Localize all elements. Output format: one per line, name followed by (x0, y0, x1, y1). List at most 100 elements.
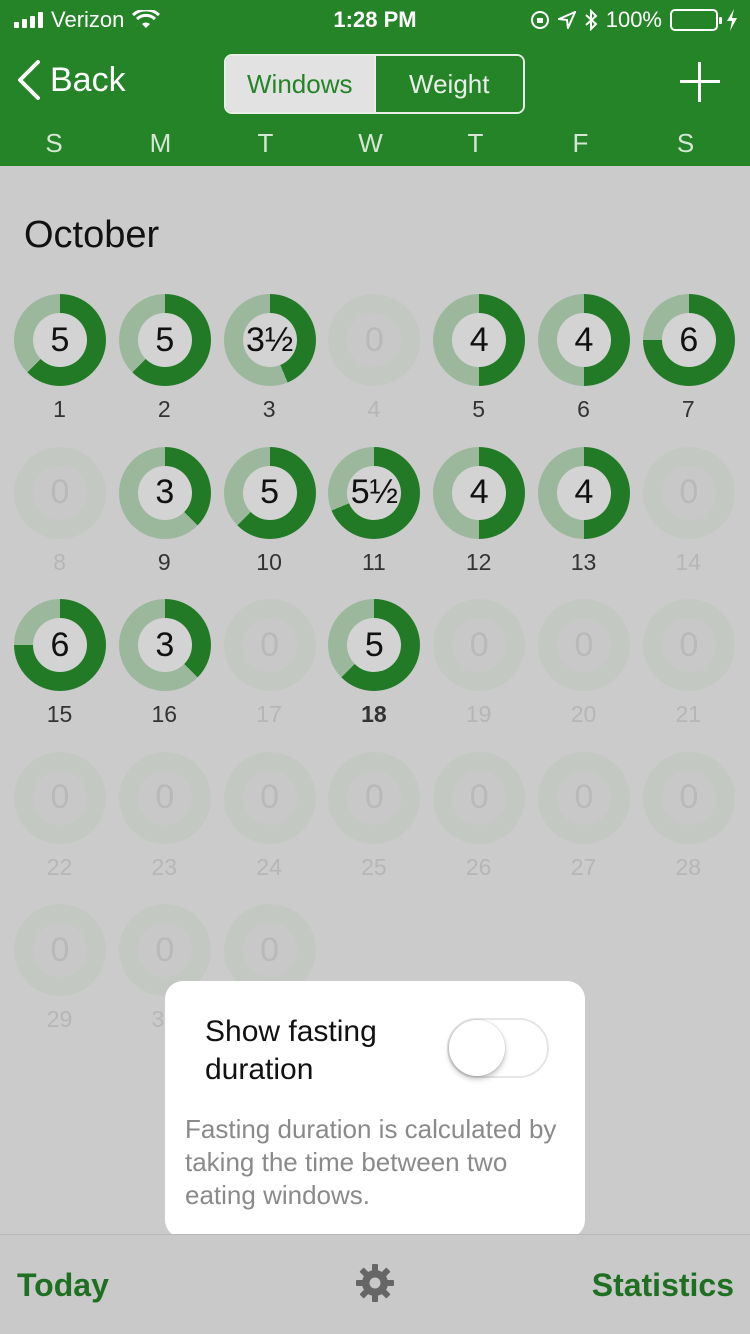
weekday-header: S M T W T F S (0, 128, 750, 159)
fasting-progress-ring: 0 (14, 751, 106, 844)
fasting-progress-ring: 0 (642, 446, 735, 539)
fasting-progress-ring: 0 (223, 751, 316, 844)
calendar-day[interactable]: 0 26 (426, 748, 531, 888)
day-hours-value: 4 (557, 465, 611, 520)
calendar-day[interactable]: 5 18 (321, 595, 426, 735)
day-hours-value: 0 (661, 618, 716, 672)
day-number: 5 (472, 396, 486, 422)
today-button[interactable]: Today (17, 1267, 109, 1304)
calendar-day[interactable]: 0 23 (112, 748, 217, 888)
day-hours-value: 5 (33, 313, 87, 367)
calendar-day[interactable]: 0 25 (321, 748, 426, 888)
day-number: 18 (361, 701, 387, 727)
calendar-day[interactable]: 46 (531, 290, 636, 430)
day-number: 24 (256, 853, 282, 880)
fasting-progress-ring: 4 (538, 294, 630, 386)
calendar-day[interactable]: 39 (112, 443, 217, 583)
weekday-label: S (676, 128, 695, 158)
day-hours-value: 6 (661, 313, 716, 367)
day-number: 3 (262, 396, 276, 422)
calendar-day[interactable]: 0 22 (7, 748, 112, 888)
calendar-day[interactable]: 52 (112, 290, 217, 430)
day-hours-value: 0 (557, 770, 611, 825)
calendar-day[interactable]: 3 16 (112, 595, 217, 735)
fasting-progress-ring: 0 (642, 599, 735, 691)
day-hours-value: 0 (137, 770, 192, 825)
fasting-progress-ring: 4 (538, 446, 630, 539)
calendar-day[interactable]: 45 (426, 290, 531, 430)
fasting-duration-toggle[interactable] (447, 1018, 549, 1078)
day-hours-value: 0 (242, 618, 297, 672)
day-hours-value: 0 (242, 923, 297, 977)
view-segmented-control: Windows Weight (224, 54, 525, 114)
fasting-progress-ring: 5 (328, 599, 421, 691)
segment-windows[interactable]: Windows (226, 56, 374, 112)
fasting-progress-ring: 0 (14, 904, 106, 996)
day-hours-value: 5 (347, 618, 402, 672)
battery-icon (670, 9, 722, 31)
day-number: 21 (675, 701, 702, 727)
plus-icon[interactable] (680, 62, 720, 102)
day-number: 7 (681, 396, 695, 422)
calendar-day[interactable]: 0 29 (7, 900, 112, 1040)
back-button[interactable]: Back (16, 58, 126, 102)
day-hours-value: 4 (557, 313, 611, 367)
segment-weight[interactable]: Weight (373, 56, 523, 112)
day-hours-value: 0 (557, 618, 611, 672)
day-hours-value: 0 (347, 313, 402, 367)
fasting-progress-ring: 0 (538, 599, 630, 691)
day-number: 25 (361, 853, 387, 880)
calendar-day[interactable]: 0 24 (217, 748, 322, 888)
navigation-bar: Verizon 1:28 PM 100% Back Windows Weight… (0, 0, 750, 166)
fasting-progress-ring: 0 (433, 751, 526, 844)
weekday-label: T (257, 128, 274, 158)
calendar-day[interactable]: 08 (7, 443, 112, 583)
day-hours-value: 4 (452, 313, 507, 367)
fasting-duration-description: Fasting duration is calculated by taking… (185, 1114, 557, 1210)
day-hours-value: 4 (452, 465, 507, 520)
day-number: 14 (675, 548, 702, 575)
calendar-day[interactable]: 0 20 (531, 595, 636, 735)
calendar-day[interactable]: 67 (636, 290, 741, 430)
fasting-progress-ring: 5 (118, 294, 211, 386)
calendar-day[interactable]: 3½ 3 (217, 290, 322, 430)
calendar-day[interactable]: 5 10 (217, 443, 322, 583)
day-hours-value: 0 (661, 465, 716, 520)
fasting-progress-ring: 0 (538, 751, 630, 844)
day-number: 8 (53, 548, 66, 575)
day-number: 16 (151, 701, 178, 727)
day-hours-value: 0 (33, 465, 87, 520)
day-hours-value: 5 (137, 313, 192, 367)
battery-percent: 100% (605, 7, 662, 32)
calendar-day[interactable]: 0 17 (217, 595, 322, 735)
charging-icon (727, 9, 737, 31)
calendar-day[interactable]: 51 (7, 290, 112, 430)
day-number: 4 (367, 396, 381, 422)
fasting-progress-ring: 5 (223, 446, 316, 539)
day-number: 1 (53, 396, 66, 422)
calendar-day[interactable]: 4 12 (426, 443, 531, 583)
calendar-day[interactable]: 0 28 (636, 748, 741, 888)
day-hours-value: 6 (33, 618, 87, 672)
calendar-day[interactable]: 0 19 (426, 595, 531, 735)
weekday-label: F (572, 128, 589, 158)
day-number: 17 (256, 701, 282, 727)
calendar-day[interactable]: 04 (321, 290, 426, 430)
day-number: 27 (570, 853, 597, 880)
day-number: 20 (570, 701, 597, 727)
settings-popover: Show fasting duration Fasting duration i… (165, 981, 585, 1252)
toggle-knob (449, 1020, 505, 1076)
day-hours-value: 3½ (242, 313, 297, 367)
back-label: Back (50, 60, 126, 99)
fasting-progress-ring: 5 (14, 294, 106, 386)
calendar-day[interactable]: 0 21 (636, 595, 741, 735)
calendar-day[interactable]: 0 14 (636, 443, 741, 583)
calendar-day[interactable]: 6 15 (7, 595, 112, 735)
calendar-day[interactable]: 0 27 (531, 748, 636, 888)
gear-icon[interactable] (355, 1263, 395, 1303)
day-number: 15 (46, 701, 73, 727)
calendar-day[interactable]: 4 13 (531, 443, 636, 583)
statistics-button[interactable]: Statistics (592, 1267, 734, 1304)
calendar-day[interactable]: 5½ 11 (321, 443, 426, 583)
day-hours-value: 5 (242, 465, 297, 520)
